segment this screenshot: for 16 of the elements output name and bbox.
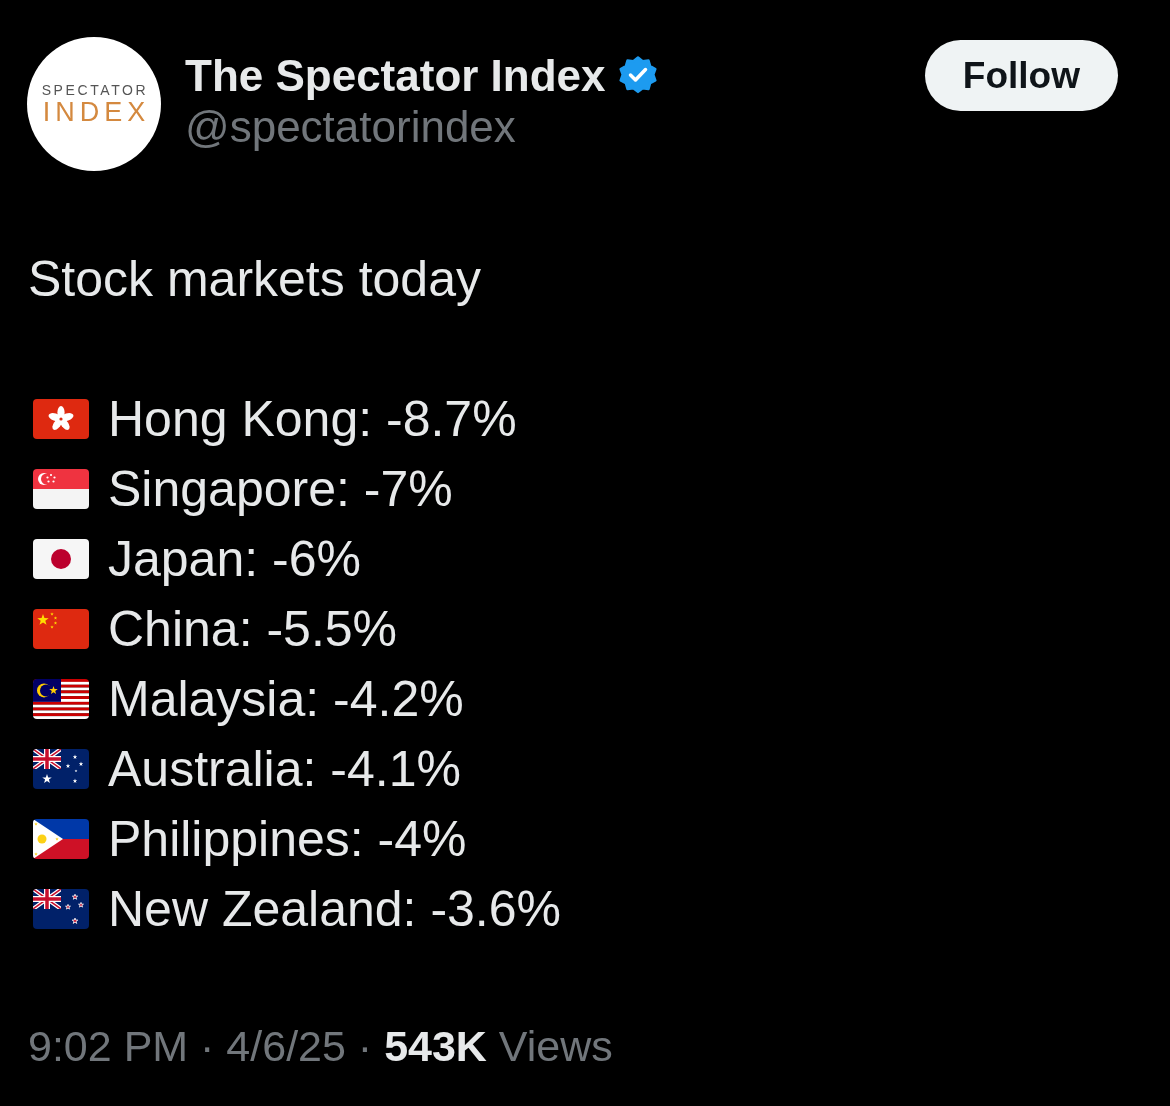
market-change-text: Philippines: -4% — [108, 810, 467, 869]
avatar[interactable]: SPECTATOR INDEX — [27, 37, 161, 171]
logo-text: INDEX — [42, 98, 151, 126]
tweet-text: Stock markets today — [27, 250, 482, 309]
follow-button[interactable]: Follow — [924, 40, 1118, 111]
market-change-text: Hong Kong: -8.7% — [108, 390, 517, 449]
author-handle[interactable]: @spectatorindex — [185, 101, 658, 153]
market-change-text: New Zealand: -3.6% — [108, 880, 561, 939]
market-change-text: Singapore: -7% — [108, 460, 453, 519]
market-change-text: China: -5.5% — [108, 600, 398, 659]
logo-text: SPECTATOR — [41, 82, 149, 98]
market-change-text: Australia: -4.1% — [108, 740, 461, 799]
author-name[interactable]: The Spectator Index — [185, 51, 606, 101]
market-change-text: Japan: -6% — [108, 530, 361, 589]
tweet-meta: 9:02 PM · 4/6/25 · 543K Views — [27, 1021, 614, 1072]
market-change-text: Malaysia: -4.2% — [108, 670, 464, 729]
